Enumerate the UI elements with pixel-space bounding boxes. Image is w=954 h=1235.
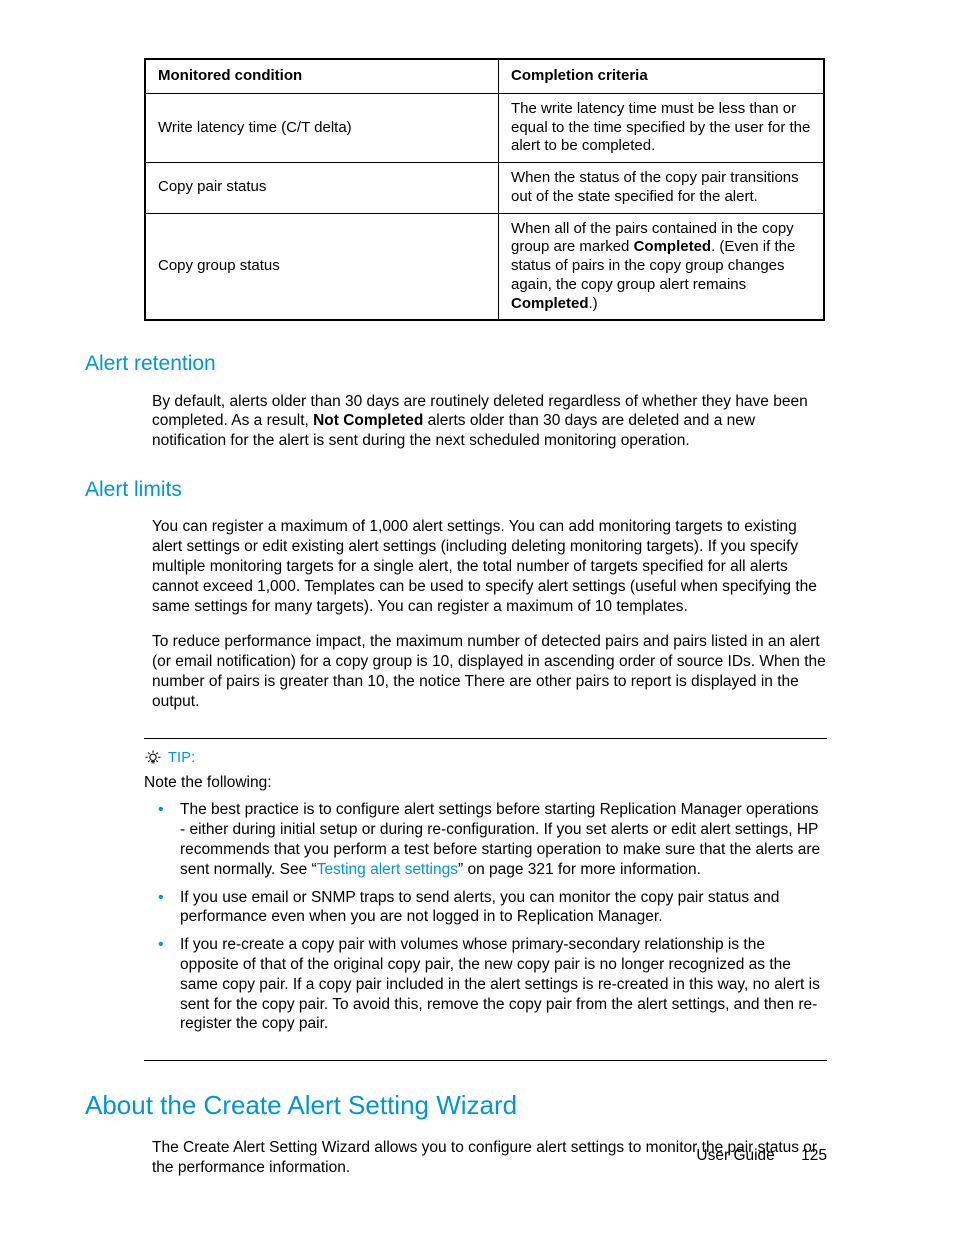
cell-criteria: When all of the pairs contained in the c… [499,213,825,320]
cell-condition: Copy group status [145,213,499,320]
tip-label: TIP: [168,749,195,767]
tip-header: TIP: [144,749,827,767]
heading-alert-retention: Alert retention [85,351,827,377]
col-monitored-condition: Monitored condition [145,59,499,93]
heading-wizard: About the Create Alert Setting Wizard [85,1089,827,1122]
text-bold: Not Completed [313,412,423,429]
cell-criteria: When the status of the copy pair transit… [499,163,825,214]
cell-condition: Write latency time (C/T delta) [145,93,499,162]
list-item: If you use email or SNMP traps to send a… [172,888,827,928]
cell-criteria: The write latency time must be less than… [499,93,825,162]
text: .) [589,295,598,312]
tip-list: The best practice is to configure alert … [144,800,827,1034]
list-item: If you re-create a copy pair with volume… [172,935,827,1034]
table-row: Write latency time (C/T delta) The write… [145,93,824,162]
page-footer: User Guide 125 [696,1146,827,1165]
section-alert-retention: Alert retention By default, alerts older… [85,351,827,451]
col-completion-criteria: Completion criteria [499,59,825,93]
paragraph: By default, alerts older than 30 days ar… [85,392,827,451]
text: ” on page 321 for more information. [458,861,701,878]
list-item: The best practice is to configure alert … [172,800,827,879]
table-header-row: Monitored condition Completion criteria [145,59,824,93]
footer-page-number: 125 [801,1147,827,1164]
conditions-table: Monitored condition Completion criteria … [144,58,825,321]
section-alert-limits: Alert limits You can register a maximum … [85,477,827,712]
tip-note: Note the following: [144,773,827,792]
footer-doc-title: User Guide [696,1147,774,1164]
table-row: Copy group status When all of the pairs … [145,213,824,320]
paragraph: You can register a maximum of 1,000 aler… [85,517,827,616]
text-bold: Completed [634,238,712,255]
paragraph: To reduce performance impact, the maximu… [85,632,827,711]
lightbulb-icon [144,749,162,767]
link-testing-alert-settings[interactable]: Testing alert settings [317,861,458,878]
heading-alert-limits: Alert limits [85,477,827,503]
cell-condition: Copy pair status [145,163,499,214]
tip-box: TIP: Note the following: The best practi… [144,738,827,1062]
page: Monitored condition Completion criteria … [0,0,954,1235]
table-row: Copy pair status When the status of the … [145,163,824,214]
text-bold: Completed [511,295,589,312]
